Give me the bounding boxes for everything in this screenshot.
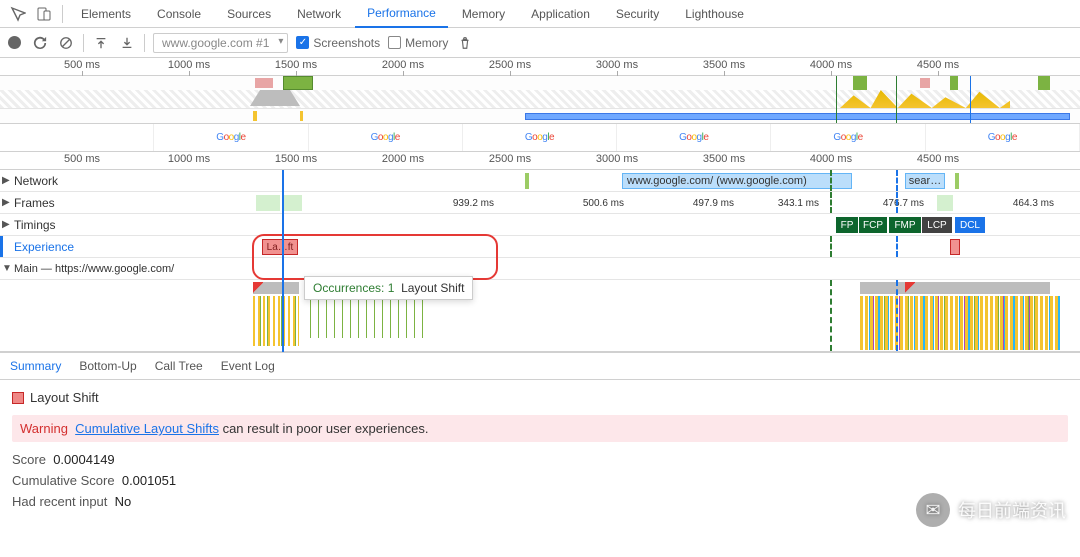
tab-elements[interactable]: Elements [69,0,143,28]
screenshot-filmstrip[interactable]: Google Google Google Google Google Googl… [0,124,1080,152]
experience-track[interactable]: Experience La…ft [0,236,1080,258]
ruler-tick: 3500 ms [703,59,745,71]
ruler-tick: 1000 ms [168,59,210,71]
frames-track[interactable]: ▶ Frames 939.2 ms 500.6 ms 497.9 ms 343.… [0,192,1080,214]
record-button[interactable] [8,36,21,49]
main-flame-area[interactable] [0,280,1080,352]
device-toggle-icon[interactable] [32,2,56,26]
ruler-tick: 500 ms [64,59,100,71]
timing-marker-dcl[interactable]: DCL [955,217,985,233]
tab-lighthouse[interactable]: Lighthouse [673,0,756,28]
summary-row: Score 0.0004149 [12,452,1068,467]
details-tabs: Summary Bottom-Up Call Tree Event Log [0,352,1080,380]
ruler-tick: 4000 ms [810,59,852,71]
timing-marker-fmp[interactable]: FMP [889,217,921,233]
perf-toolbar: www.google.com #1 ✓Screenshots Memory [0,28,1080,58]
overview-ruler[interactable]: 500 ms 1000 ms 1500 ms 2000 ms 2500 ms 3… [0,58,1080,76]
load-profile-button[interactable] [92,34,110,52]
cls-doc-link[interactable]: Cumulative Layout Shifts [75,421,219,436]
memory-label: Memory [405,36,448,50]
recording-selector[interactable]: www.google.com #1 [153,33,288,53]
devtools-tabs: Elements Console Sources Network Perform… [0,0,1080,28]
tab-sources[interactable]: Sources [215,0,283,28]
ruler-tick: 2500 ms [489,59,531,71]
flame-chart[interactable]: ▶ Network www.google.com/ (www.google.co… [0,170,1080,352]
screenshots-label: Screenshots [313,36,380,50]
ruler-tick: 4500 ms [917,59,959,71]
tab-memory[interactable]: Memory [450,0,517,28]
timing-marker-fp[interactable]: FP [836,217,858,233]
warning-banner: Warning Cumulative Layout Shifts can res… [12,415,1068,442]
summary-row: Had recent input No [12,494,1068,509]
timings-track[interactable]: ▶ Timings FP FCP FMP LCP DCL [0,214,1080,236]
detail-ruler[interactable]: 500 ms 1000 ms 1500 ms 2000 ms 2500 ms 3… [0,152,1080,170]
tab-performance[interactable]: Performance [355,0,448,28]
tab-summary[interactable]: Summary [10,359,61,373]
inspect-icon[interactable] [6,2,30,26]
main-track-header[interactable]: ▼ Main — https://www.google.com/ [0,258,1080,280]
network-search-bar[interactable]: sear… [905,173,945,189]
network-track[interactable]: ▶ Network www.google.com/ (www.google.co… [0,170,1080,192]
ruler-tick: 2000 ms [382,59,424,71]
screenshots-checkbox[interactable]: ✓Screenshots [296,36,380,50]
annotation-box [252,234,498,280]
clear-button[interactable] [57,34,75,52]
summary-row: Cumulative Score 0.001051 [12,473,1068,488]
gc-button[interactable] [456,34,474,52]
tab-event-log[interactable]: Event Log [221,359,275,373]
tab-security[interactable]: Security [604,0,671,28]
layout-shift-swatch [12,392,24,404]
network-url-bar[interactable]: www.google.com/ (www.google.com) [622,173,852,189]
timing-marker-fcp[interactable]: FCP [859,217,887,233]
overview-strip[interactable] [0,76,1080,124]
tab-application[interactable]: Application [519,0,602,28]
playhead-marker[interactable] [282,170,284,352]
ruler-tick: 3000 ms [596,59,638,71]
ruler-tick: 1500 ms [275,59,317,71]
wechat-icon: ✉ [916,493,950,527]
tab-call-tree[interactable]: Call Tree [155,359,203,373]
save-profile-button[interactable] [118,34,136,52]
tab-bottom-up[interactable]: Bottom-Up [79,359,136,373]
timing-marker-lcp[interactable]: LCP [922,217,952,233]
summary-title: Layout Shift [30,390,99,405]
google-logo: Google [216,132,245,143]
tab-console[interactable]: Console [145,0,213,28]
event-tooltip: Occurrences: 1 Layout Shift [304,276,473,300]
watermark: ✉ 每日前端资讯 [916,493,1066,527]
reload-record-button[interactable] [31,34,49,52]
tab-network[interactable]: Network [285,0,353,28]
layout-shift-event[interactable] [950,239,960,255]
memory-checkbox[interactable]: Memory [388,36,448,50]
